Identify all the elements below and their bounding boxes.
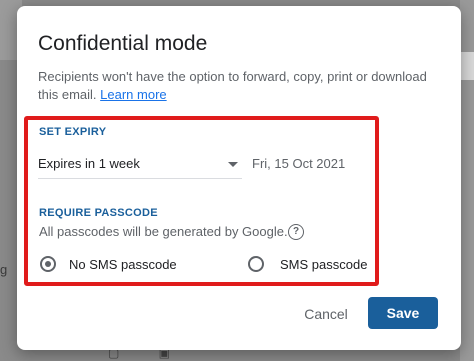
help-icon[interactable]: ? bbox=[288, 224, 304, 240]
background-right-panel bbox=[460, 0, 474, 361]
dropdown-arrow-icon bbox=[228, 162, 238, 167]
confidential-mode-dialog: Confidential mode Recipients won't have … bbox=[17, 6, 461, 350]
sms-passcode-label[interactable]: SMS passcode bbox=[280, 257, 367, 272]
expiry-date: Fri, 15 Oct 2021 bbox=[252, 156, 346, 171]
sms-passcode-radio[interactable] bbox=[248, 256, 264, 272]
expiry-selected-value: Expires in 1 week bbox=[38, 156, 140, 171]
no-sms-passcode-label[interactable]: No SMS passcode bbox=[69, 257, 177, 272]
learn-more-link[interactable]: Learn more bbox=[100, 87, 166, 102]
dialog-description: Recipients won't have the option to forw… bbox=[38, 68, 443, 104]
no-sms-passcode-radio[interactable] bbox=[40, 256, 56, 272]
set-expiry-label: SET EXPIRY bbox=[39, 126, 107, 138]
background-block bbox=[460, 52, 474, 80]
dialog-title: Confidential mode bbox=[38, 32, 208, 55]
expiry-dropdown[interactable]: Expires in 1 week bbox=[38, 152, 242, 179]
background-text: g bbox=[0, 262, 8, 277]
cancel-button[interactable]: Cancel bbox=[297, 298, 355, 330]
require-passcode-label: REQUIRE PASSCODE bbox=[39, 207, 158, 219]
description-text: Recipients won't have the option to forw… bbox=[38, 69, 427, 102]
passcode-description: All passcodes will be generated by Googl… bbox=[39, 224, 288, 239]
save-button[interactable]: Save bbox=[368, 297, 438, 329]
